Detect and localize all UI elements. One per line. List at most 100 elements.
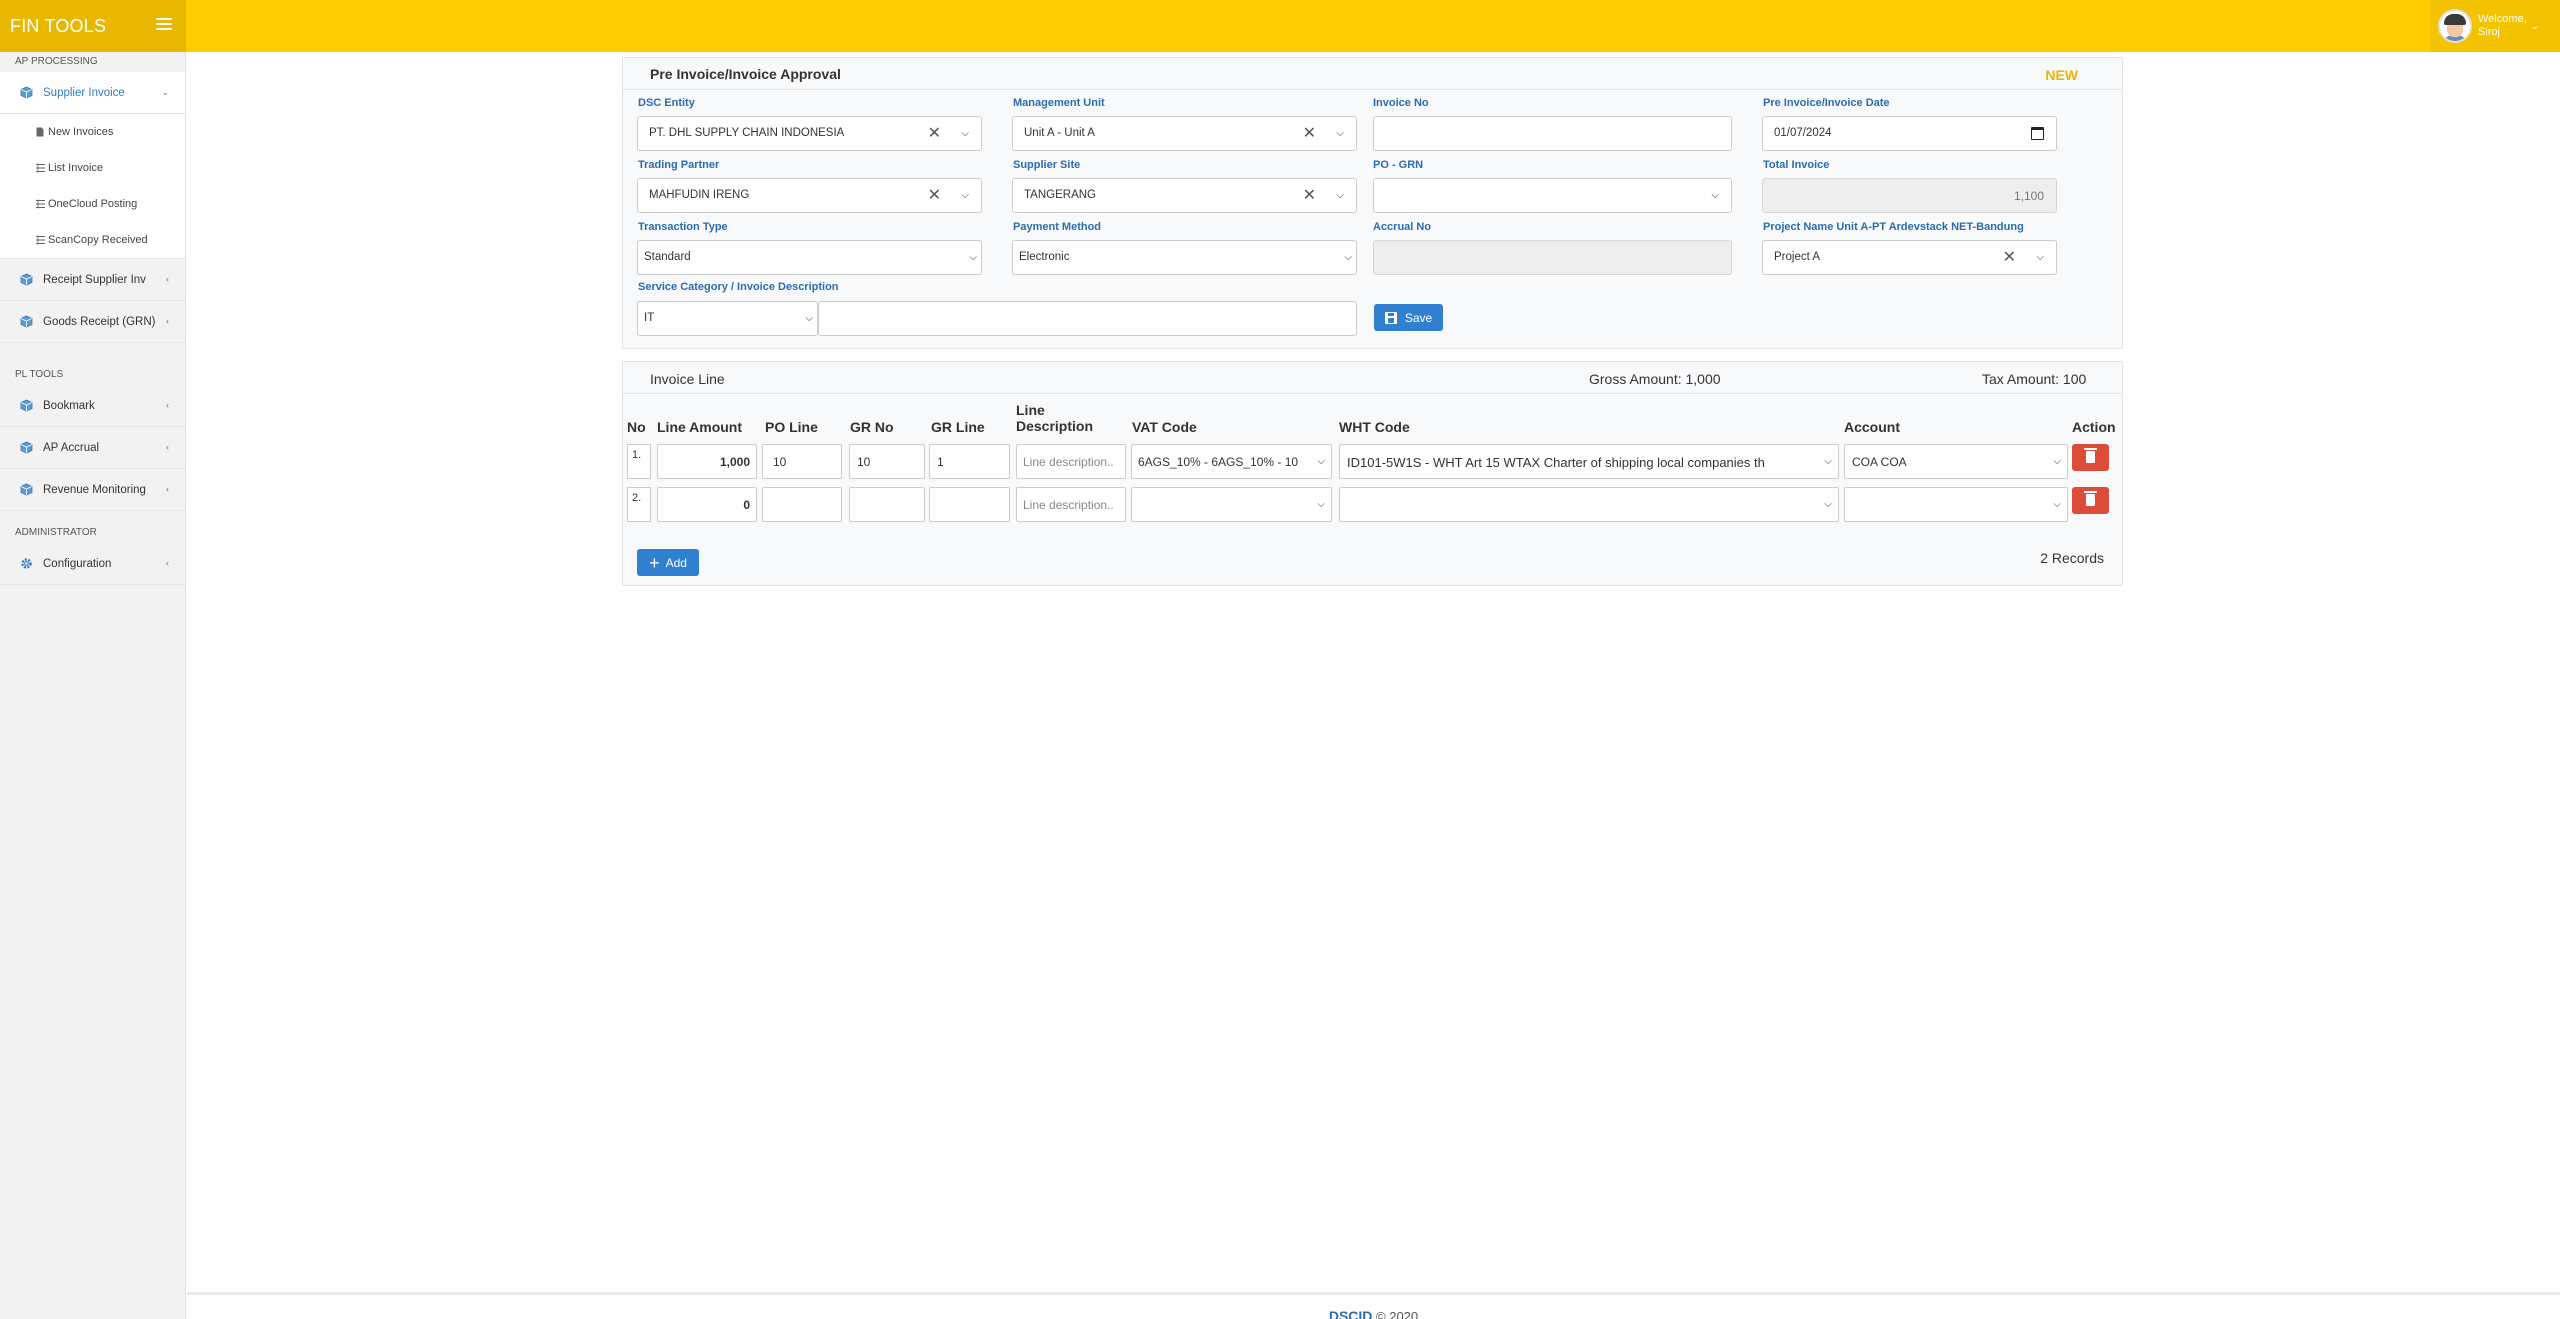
footer: DSCID © 2020	[187, 1292, 2560, 1319]
delete-row-button[interactable]	[2072, 487, 2109, 514]
line-description-input[interactable]: Line description..	[1016, 444, 1126, 479]
gr-line-input[interactable]: 1	[929, 444, 1010, 479]
hamburger-menu-icon[interactable]	[156, 18, 172, 32]
gr-no-input[interactable]	[849, 487, 925, 522]
sidebar-item-label: AP Accrual	[43, 441, 100, 454]
column-header-vat-code: VAT Code	[1132, 419, 1197, 435]
po-line-input[interactable]	[762, 487, 842, 522]
page-title: Pre Invoice/Invoice Approval	[650, 65, 841, 82]
column-header-po-line: PO Line	[765, 419, 818, 435]
transaction-type-label: Transaction Type	[638, 221, 728, 233]
delete-row-button[interactable]	[2072, 444, 2109, 471]
save-icon	[1384, 311, 1397, 324]
clear-icon[interactable]: ✕	[1303, 188, 1316, 204]
invoice-date-input[interactable]: 01/07/2024	[1762, 116, 2057, 151]
footer-brand-link[interactable]: DSCID	[1329, 1308, 1373, 1319]
payment-method-select[interactable]: Electronic ⌵	[1012, 240, 1357, 275]
sidebar-item-goods-receipt[interactable]: Goods Receipt (GRN) ‹	[0, 301, 185, 343]
wht-code-value: ID101-5W1S - WHT Art 15 WTAX Charter of …	[1347, 455, 1765, 470]
project-name-label: Project Name Unit A-PT Ardevstack NET-Ba…	[1763, 221, 2024, 233]
management-unit-select[interactable]: Unit A - Unit A ✕ ⌵	[1012, 116, 1357, 151]
cube-icon	[20, 273, 33, 286]
sidebar-item-configuration[interactable]: Configuration ‹	[0, 543, 185, 585]
cube-icon	[20, 441, 33, 454]
sidebar-item-label: Receipt Supplier Inv	[43, 273, 146, 286]
row-number: 1.	[627, 444, 651, 479]
gr-no-input[interactable]: 10	[849, 444, 925, 479]
invoice-date-label: Pre Invoice/Invoice Date	[1763, 97, 1890, 109]
panel-header: Pre Invoice/Invoice Approval NEW	[623, 58, 2122, 90]
chevron-left-icon: ‹	[166, 400, 169, 410]
gr-line-input[interactable]	[929, 487, 1010, 522]
account-select[interactable]: COA COA ⌵	[1844, 444, 2068, 479]
vat-code-select[interactable]: 6AGS_10% - 6AGS_10% - 10 ⌵	[1131, 444, 1332, 479]
transaction-type-select[interactable]: Standard ⌵	[637, 240, 982, 275]
clear-icon[interactable]: ✕	[928, 126, 941, 142]
invoice-no-input[interactable]	[1373, 116, 1732, 151]
wht-code-select[interactable]: ⌵	[1339, 487, 1839, 522]
welcome-label: Welcome,	[2478, 13, 2527, 25]
chevron-down-icon: ⌵	[1317, 456, 1325, 467]
user-name: Siroj	[2478, 26, 2501, 38]
trash-icon	[2084, 448, 2097, 463]
chevron-down-icon: ⌵	[2053, 456, 2061, 467]
po-grn-label: PO - GRN	[1373, 159, 1424, 171]
vat-code-value: 6AGS_10% - 6AGS_10% - 10	[1138, 455, 1299, 469]
po-line-input[interactable]: 10	[762, 444, 842, 479]
dsc-entity-select[interactable]: PT. DHL SUPPLY CHAIN INDONESIA ✕ ⌵	[637, 116, 982, 151]
sidebar-subitem-label: OneCloud Posting	[48, 198, 138, 210]
sidebar-subitem-list-invoice[interactable]: List Invoice	[0, 150, 185, 186]
plus-icon: +	[649, 552, 660, 573]
trading-partner-select[interactable]: MAHFUDIN IRENG ✕ ⌵	[637, 178, 982, 213]
cube-icon	[20, 86, 33, 99]
account-select[interactable]: ⌵	[1844, 487, 2068, 522]
supplier-site-select[interactable]: TANGERANG ✕ ⌵	[1012, 178, 1357, 213]
user-avatar	[2438, 9, 2472, 43]
sidebar-item-label: Configuration	[43, 557, 112, 570]
column-header-account: Account	[1844, 419, 1900, 435]
sidebar-item-label: Bookmark	[43, 399, 95, 412]
clear-icon[interactable]: ✕	[1303, 126, 1316, 142]
user-menu[interactable]: Welcome, Siroj ⌄	[2430, 0, 2560, 52]
sidebar-subitem-scancopy-received[interactable]: ScanCopy Received	[0, 222, 185, 258]
row-number: 2.	[627, 487, 651, 522]
sidebar-item-receipt-supplier-inv[interactable]: Receipt Supplier Inv ‹	[0, 259, 185, 301]
sidebar-item-label: Goods Receipt (GRN)	[43, 315, 156, 328]
gr-line-value: 1	[937, 455, 944, 469]
vat-code-select[interactable]: ⌵	[1131, 487, 1332, 522]
sidebar-item-revenue-monitoring[interactable]: Revenue Monitoring ‹	[0, 469, 185, 511]
line-amount-input[interactable]: 0	[657, 487, 757, 522]
welcome-text: Welcome, Siroj	[2478, 13, 2527, 39]
wht-code-select[interactable]: ID101-5W1S - WHT Art 15 WTAX Charter of …	[1339, 444, 1839, 479]
add-line-button[interactable]: + Add	[637, 549, 699, 576]
invoice-description-input[interactable]	[818, 301, 1357, 336]
supplier-site-label: Supplier Site	[1013, 159, 1081, 171]
calendar-icon[interactable]	[2031, 127, 2044, 140]
service-category-select[interactable]: IT ⌵	[637, 301, 818, 336]
po-grn-select[interactable]: ⌵	[1373, 178, 1732, 213]
line-description-placeholder: Line description..	[1023, 455, 1114, 469]
sidebar-subitem-new-invoices[interactable]: New Invoices	[0, 114, 185, 150]
sidebar-subitem-onecloud-posting[interactable]: OneCloud Posting	[0, 186, 185, 222]
po-line-value: 10	[773, 455, 787, 469]
clear-icon[interactable]: ✕	[928, 188, 941, 204]
line-amount-input[interactable]: 1,000	[657, 444, 757, 479]
save-button[interactable]: Save	[1374, 304, 1443, 331]
clear-icon[interactable]: ✕	[2003, 250, 2016, 266]
trading-partner-value: MAHFUDIN IRENG	[649, 189, 750, 201]
line-description-input[interactable]: Line description..	[1016, 487, 1126, 522]
sidebar-subitem-label: New Invoices	[48, 126, 114, 138]
dsc-entity-label: DSC Entity	[638, 97, 695, 109]
column-header-gr-line: GR Line	[931, 419, 985, 435]
chevron-down-icon: ⌵	[1344, 252, 1352, 263]
invoice-no-label: Invoice No	[1373, 97, 1429, 109]
chevron-left-icon: ‹	[166, 442, 169, 452]
project-name-select[interactable]: Project A ✕ ⌵	[1762, 240, 2057, 275]
sidebar-item-bookmark[interactable]: Bookmark ‹	[0, 385, 185, 427]
sidebar-item-supplier-invoice[interactable]: Supplier Invoice ⌄	[0, 72, 185, 114]
transaction-type-value: Standard	[644, 251, 691, 263]
payment-method-label: Payment Method	[1013, 221, 1102, 233]
list-icon	[36, 199, 45, 209]
sidebar-item-ap-accrual[interactable]: AP Accrual ‹	[0, 427, 185, 469]
sidebar-subitem-label: List Invoice	[48, 162, 104, 174]
